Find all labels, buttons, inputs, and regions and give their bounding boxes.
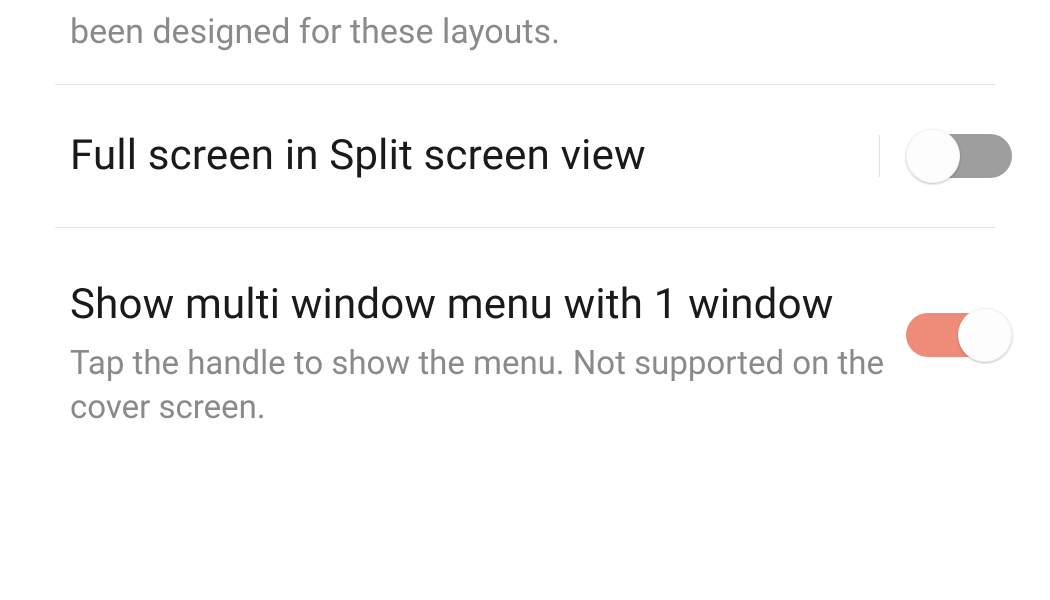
setting-row-partial[interactable]: been designed for these layouts.	[0, 0, 1050, 84]
setting-texts: Full screen in Split screen view	[70, 129, 869, 183]
setting-texts: Show multi window menu with 1 window Tap…	[70, 278, 906, 431]
setting-row-multi-window-menu[interactable]: Show multi window menu with 1 window Tap…	[0, 228, 1050, 475]
setting-description: been designed for these layouts.	[70, 10, 980, 56]
settings-screen: been designed for these layouts. Full sc…	[0, 0, 1050, 600]
setting-description: Tap the handle to show the menu. Not sup…	[70, 342, 886, 431]
toggle-knob	[906, 129, 960, 183]
vertical-separator	[879, 135, 880, 177]
setting-row-full-screen-split[interactable]: Full screen in Split screen view	[0, 85, 1050, 227]
toggle-full-screen-split[interactable]	[906, 129, 1012, 183]
setting-title: Full screen in Split screen view	[70, 129, 849, 183]
toggle-knob	[958, 308, 1012, 362]
toggle-multi-window-menu[interactable]	[906, 308, 1012, 362]
setting-title: Show multi window menu with 1 window	[70, 278, 886, 332]
